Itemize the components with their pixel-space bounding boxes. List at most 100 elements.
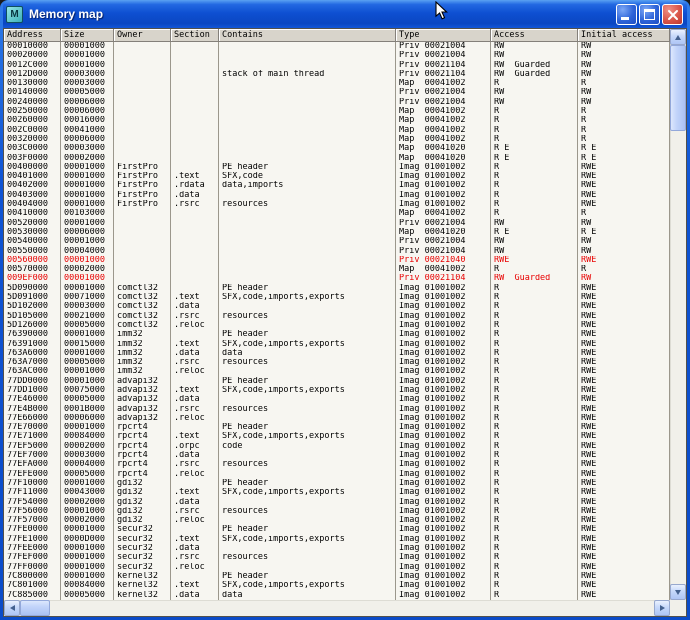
table-row[interactable]: 0054000000001000Priv 00021004RWRW (4, 237, 670, 246)
column-header-type[interactable]: Type (396, 29, 491, 42)
table-row[interactable]: 5D09000000001000comctl32PE headerImag 01… (4, 284, 670, 293)
table-row[interactable]: 0040300000001000FirstPro.dataImag 010010… (4, 191, 670, 200)
cell-section: .rsrc (171, 200, 219, 209)
table-row[interactable]: 0012C00000001000Priv 00021104RW GuardedR… (4, 61, 670, 70)
table-row[interactable]: 77FE10000000D000secur32.textSFX,code,imp… (4, 535, 670, 544)
table-row[interactable]: 77F5700000002000gdi32.relocImag 01001002… (4, 516, 670, 525)
table-row[interactable]: 77DD000000001000advapi32PE headerImag 01… (4, 377, 670, 386)
cell-section: .text (171, 488, 219, 497)
table-row[interactable]: 0040400000001000FirstPro.rsrcresourcesIm… (4, 200, 670, 209)
cell-access: R (491, 349, 578, 358)
cell-size: 00001000 (61, 544, 114, 553)
cell-contains: PE header (219, 284, 396, 293)
cell-section: .orpc (171, 442, 219, 451)
close-button[interactable] (662, 4, 683, 25)
scroll-left-button[interactable] (4, 600, 20, 616)
scroll-down-button[interactable] (670, 584, 686, 600)
vertical-scroll-thumb[interactable] (670, 45, 686, 131)
cell-size: 00001000 (61, 191, 114, 200)
table-row[interactable]: 0024000000006000Priv 00021004RWRW (4, 98, 670, 107)
horizontal-scrollbar[interactable] (4, 600, 670, 616)
cell-section: .reloc (171, 367, 219, 376)
table-row[interactable]: 0001000000001000Priv 00021004RWRW (4, 42, 670, 51)
column-header-address[interactable]: Address (4, 29, 61, 42)
table-row[interactable]: 77E4B0000001B000advapi32.rsrcresourcesIm… (4, 405, 670, 414)
table-row[interactable]: 0041000000103000Map 00041002RR (4, 209, 670, 218)
table-row[interactable]: 7C88500000005000kernel32.datadataImag 01… (4, 591, 670, 600)
table-row[interactable]: 003C000000003000Map 00041020R ER E (4, 144, 670, 153)
table-row[interactable]: 0053000000006000Map 00041020R ER E (4, 228, 670, 237)
table-row[interactable]: 002C000000041000Map 00041002RR (4, 126, 670, 135)
table-row[interactable]: 763A600000001000imm32.datadataImag 01001… (4, 349, 670, 358)
table-row[interactable]: 0012D00000003000stack of main threadPriv… (4, 70, 670, 79)
maximize-button[interactable] (639, 4, 660, 25)
table-row[interactable]: 77F1000000001000gdi32PE headerImag 01001… (4, 479, 670, 488)
column-header-section[interactable]: Section (171, 29, 219, 42)
scroll-right-button[interactable] (654, 600, 670, 616)
table-row[interactable]: 77FE000000001000secur32PE headerImag 010… (4, 525, 670, 534)
table-row[interactable]: 77FF000000001000secur32.relocImag 010010… (4, 563, 670, 572)
column-header-owner[interactable]: Owner (114, 29, 171, 42)
column-header-access[interactable]: Access (491, 29, 578, 42)
table-row[interactable]: 7C80100000084000kernel32.textSFX,code,im… (4, 581, 670, 590)
table-row[interactable]: 77EFA00000004000rpcrt4.rsrcresourcesImag… (4, 460, 670, 469)
cell-size: 00002000 (61, 265, 114, 274)
table-row[interactable]: 77FEE00000001000secur32.dataImag 0100100… (4, 544, 670, 553)
table-row[interactable]: 77EFE00000005000rpcrt4.relocImag 0100100… (4, 470, 670, 479)
table-row[interactable]: 0055000000004000Priv 00021004RWRW (4, 247, 670, 256)
table-row[interactable]: 77F1100000043000gdi32.textSFX,code,impor… (4, 488, 670, 497)
column-header-contains[interactable]: Contains (219, 29, 396, 42)
titlebar[interactable]: M Memory map (3, 0, 687, 28)
table-row[interactable]: 009EF00000001000Priv 00021104RW GuardedR… (4, 274, 670, 283)
table-row[interactable]: 7639000000001000imm32PE headerImag 01001… (4, 330, 670, 339)
vertical-scrollbar[interactable] (670, 29, 686, 600)
table-row[interactable]: 0025000000006000Map 00041002RR (4, 107, 670, 116)
table-row[interactable]: 0032000000006000Map 00041002RR (4, 135, 670, 144)
table-row[interactable]: 77FEF00000001000secur32.rsrcresourcesIma… (4, 553, 670, 562)
table-row[interactable]: 0026000000016000Map 00041002RR (4, 116, 670, 125)
horizontal-scroll-thumb[interactable] (20, 600, 50, 616)
cell-section: .data (171, 498, 219, 507)
cell-type: Imag 01001002 (396, 460, 491, 469)
table-row[interactable]: 7639100000015000imm32.textSFX,code,impor… (4, 340, 670, 349)
scroll-up-button[interactable] (670, 29, 686, 45)
table-row[interactable]: 77F5400000002000gdi32.dataImag 01001002R… (4, 498, 670, 507)
table-row[interactable]: 77EF700000003000rpcrt4.dataImag 01001002… (4, 451, 670, 460)
table-row[interactable]: 5D12600000005000comctl32.relocImag 01001… (4, 321, 670, 330)
table-row[interactable]: 77E7000000001000rpcrt4PE headerImag 0100… (4, 423, 670, 432)
table-row[interactable]: 0014000000005000Priv 00021004RWRW (4, 88, 670, 97)
table-row[interactable]: 0057000000002000Map 00041002RR (4, 265, 670, 274)
table-row[interactable]: 77E7100000084000rpcrt4.textSFX,code,impo… (4, 432, 670, 441)
cell-access: R (491, 470, 578, 479)
column-header-size[interactable]: Size (61, 29, 114, 42)
table-row[interactable]: 77E6600000006000advapi32.relocImag 01001… (4, 414, 670, 423)
table-row[interactable]: 0002000000001000Priv 00021004RWRW (4, 51, 670, 60)
table-row[interactable]: 0052000000001000Priv 00021004RWRW (4, 219, 670, 228)
cell-owner: rpcrt4 (114, 432, 171, 441)
table-row[interactable]: 77DD100000075000advapi32.textSFX,code,im… (4, 386, 670, 395)
table-row[interactable]: 0040100000001000FirstPro.textSFX,codeIma… (4, 172, 670, 181)
table-row[interactable]: 0040000000001000FirstProPE headerImag 01… (4, 163, 670, 172)
cell-size: 0001B000 (61, 405, 114, 414)
cell-type: Imag 01001002 (396, 284, 491, 293)
cell-access: RW (491, 88, 578, 97)
cell-owner: rpcrt4 (114, 423, 171, 432)
column-header-initial-access[interactable]: Initial access (578, 29, 670, 42)
table-row[interactable]: 5D10500000021000comctl32.rsrcresourcesIm… (4, 312, 670, 321)
table-row[interactable]: 77EF500000002000rpcrt4.orpccodeImag 0100… (4, 442, 670, 451)
table-row[interactable]: 77F5600000001000gdi32.rsrcresourcesImag … (4, 507, 670, 516)
table-row[interactable]: 0040200000001000FirstPro.rdatadata,impor… (4, 181, 670, 190)
table-row[interactable]: 763A700000005000imm32.rsrcresourcesImag … (4, 358, 670, 367)
cell-size: 00001000 (61, 563, 114, 572)
minimize-button[interactable] (616, 4, 637, 25)
table-row[interactable]: 0013000000003000Map 00041002RR (4, 79, 670, 88)
table-row[interactable]: 5D10200000003000comctl32.dataImag 010010… (4, 302, 670, 311)
table-row[interactable]: 7C80000000001000kernel32PE headerImag 01… (4, 572, 670, 581)
table-row[interactable]: 763AC00000001000imm32.relocImag 01001002… (4, 367, 670, 376)
table-row[interactable]: 003F000000002000Map 00041020R ER E (4, 154, 670, 163)
table-row[interactable]: 0056000000001000Priv 00021040RWERWE (4, 256, 670, 265)
cell-initial: RWE (578, 535, 670, 544)
table-row[interactable]: 77E4600000005000advapi32.dataImag 010010… (4, 395, 670, 404)
table-row[interactable]: 5D09100000071000comctl32.textSFX,code,im… (4, 293, 670, 302)
cell-address: 00520000 (4, 219, 61, 228)
